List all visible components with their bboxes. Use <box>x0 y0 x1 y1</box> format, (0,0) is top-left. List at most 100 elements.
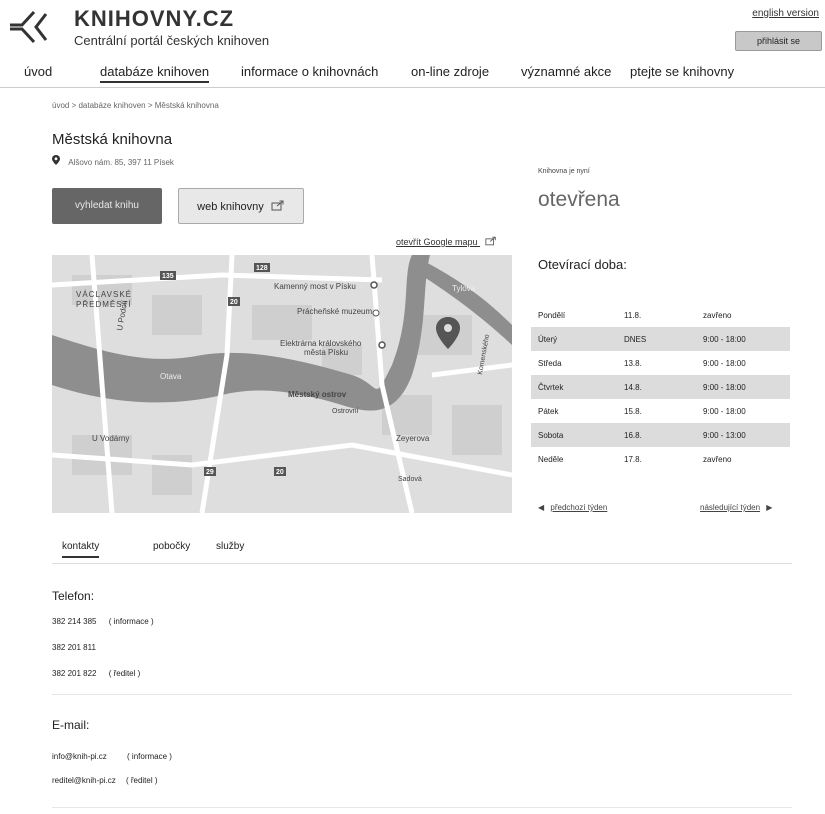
tab-pobocky[interactable]: pobočky <box>153 541 190 552</box>
hours-day: Neděle <box>538 454 564 464</box>
open-status-label: Knihovna je nyní <box>538 168 590 175</box>
email-row: info@knih-pi.cz ( informace ) <box>52 752 172 761</box>
opening-hours-title: Otevírací doba: <box>538 257 627 272</box>
email-note: ( informace ) <box>127 752 172 761</box>
hours-day: Pondělí <box>538 310 566 320</box>
hours-date: 14.8. <box>617 375 696 399</box>
detail-tabs: kontakty pobočky služby <box>52 541 792 563</box>
next-week-label: následující týden <box>700 503 761 512</box>
hours-date: 11.8. <box>624 310 642 320</box>
hours-date: DNES <box>617 327 696 351</box>
open-status-value: otevřena <box>538 188 620 211</box>
road-shield-20-south: 20 <box>276 469 284 476</box>
search-book-button[interactable]: vyhledat knihu <box>52 188 162 224</box>
phone-note: ( ředitel ) <box>108 669 141 678</box>
triangle-left-icon: ◀ <box>538 503 545 512</box>
hours-day: Pátek <box>538 406 559 416</box>
nav-item-online-zdroje[interactable]: on-line zdroje <box>411 64 489 79</box>
hours-row: Neděle 17.8. zavřeno <box>531 447 790 471</box>
nav-item-databaze-knihoven[interactable]: databáze knihoven <box>100 64 210 83</box>
nav-item-vyznamne-akce[interactable]: významné akce <box>521 64 611 79</box>
login-button[interactable]: přihlásit se <box>735 31 822 51</box>
hours-row: Sobota 16.8. 9:00 - 13:00 <box>531 423 790 447</box>
phone-number[interactable]: 382 214 385 <box>52 617 97 626</box>
map-label-otava: Otava <box>160 372 182 381</box>
tab-kontakty[interactable]: kontakty <box>62 541 100 558</box>
nav-item-informace-o-knihovnach[interactable]: informace o knihovnách <box>241 64 378 79</box>
breadcrumb[interactable]: úvod > databáze knihoven > Městská kniho… <box>52 101 219 110</box>
road-shield-29: 29 <box>206 469 214 476</box>
map-label-ostrovni: Ostrovní <box>332 408 359 415</box>
email-address[interactable]: info@knih-pi.cz <box>52 752 107 761</box>
phone-section-title: Telefon: <box>52 589 95 603</box>
knihovny-logo-icon[interactable] <box>8 8 62 44</box>
site-subtitle: Centrální portál českých knihoven <box>74 33 270 48</box>
nav-divider <box>0 87 825 88</box>
google-map-link-label: otevřít Google mapu <box>396 237 478 247</box>
hours-day: Úterý <box>531 327 617 351</box>
next-week-link[interactable]: následující týden ▶ <box>700 503 772 512</box>
nav-item-ptejte-se-knihovny[interactable]: ptejte se knihovny <box>630 64 734 79</box>
opening-hours-table: Pondělí 11.8. zavřeno Úterý DNES 9:00 - 18:0… <box>531 303 790 471</box>
library-web-label: web knihovny <box>197 201 264 213</box>
email-row: reditel@knih-pi.cz ( ředitel ) <box>52 776 158 785</box>
map-label-mestsky-ostrov: Městský ostrov <box>288 390 347 399</box>
library-web-button[interactable]: web knihovny <box>178 188 304 224</box>
hours-date: 16.8. <box>617 423 696 447</box>
phone-note: ( informace ) <box>108 617 154 626</box>
phone-number[interactable]: 382 201 822 <box>52 669 97 678</box>
map-label-u-vodarny: U Vodárny <box>92 434 129 443</box>
section-divider <box>52 807 792 808</box>
hours-day: Středa <box>538 358 562 368</box>
site-title[interactable]: KNIHOVNY.CZ <box>74 6 234 32</box>
hours-time: 9:00 - 18:00 <box>703 358 746 368</box>
map-label-kamenny-most: Kamenný most v Písku <box>274 282 356 291</box>
map-label-elektrarna: Elektrárna královského <box>280 339 362 348</box>
hours-time: 9:00 - 13:00 <box>696 423 790 447</box>
external-link-icon <box>485 236 496 246</box>
page-title: Městská knihovna <box>52 131 173 148</box>
map-label-sadova: Sadová <box>398 476 422 483</box>
phone-number[interactable]: 382 201 811 <box>52 643 96 652</box>
external-link-icon <box>271 200 284 211</box>
location-pin-icon <box>52 155 60 165</box>
section-divider <box>52 694 792 695</box>
hours-date: 15.8. <box>624 406 642 416</box>
library-address: Alšovo nám. 85, 397 11 Písek <box>52 155 174 167</box>
email-address[interactable]: reditel@knih-pi.cz <box>52 776 116 785</box>
email-section-title: E-mail: <box>52 718 90 732</box>
hours-row: Pondělí 11.8. zavřeno <box>531 303 790 327</box>
main-nav: úvod databáze knihoven informace o kniho… <box>0 64 825 86</box>
hours-time: 9:00 - 18:00 <box>696 375 790 399</box>
hours-time: 9:00 - 18:00 <box>703 406 746 416</box>
phone-row: 382 214 385 ( informace ) <box>52 617 154 626</box>
hours-row: Středa 13.8. 9:00 - 18:00 <box>531 351 790 375</box>
open-google-map-link[interactable]: otevřít Google mapu <box>396 236 497 247</box>
english-version-link[interactable]: english version <box>752 8 819 19</box>
map-label-tylova: Tylova <box>452 284 476 293</box>
map-canvas[interactable]: 135 128 20 20 29 VÁCLAVSKÉ PŘEDMĚSTÍ Kam… <box>52 255 512 513</box>
hours-date: 13.8. <box>624 358 642 368</box>
phone-row: 382 201 822 ( ředitel ) <box>52 669 140 678</box>
triangle-right-icon: ▶ <box>766 503 773 512</box>
map-label-vaclavske: VÁCLAVSKÉ <box>76 290 132 299</box>
hours-time: zavřeno <box>703 454 732 464</box>
previous-week-link[interactable]: ◀ předchozí týden <box>538 503 607 512</box>
library-map[interactable]: 135 128 20 20 29 VÁCLAVSKÉ PŘEDMĚSTÍ Kam… <box>52 255 512 513</box>
tabs-divider <box>52 563 792 564</box>
hours-time: 9:00 - 18:00 <box>696 327 790 351</box>
tab-sluzby[interactable]: služby <box>216 541 244 552</box>
road-shield-135: 135 <box>162 273 174 280</box>
hours-day: Čtvrtek <box>531 375 617 399</box>
hours-time: zavřeno <box>703 310 732 320</box>
hours-row: Úterý DNES 9:00 - 18:00 <box>531 327 790 351</box>
hours-day: Sobota <box>531 423 617 447</box>
road-shield-20-north: 20 <box>230 299 238 306</box>
nav-item-uvod[interactable]: úvod <box>24 64 52 79</box>
hours-date: 17.8. <box>624 454 642 464</box>
previous-week-label: předchozí týden <box>550 503 608 512</box>
email-note: ( ředitel ) <box>125 776 158 785</box>
hours-row: Pátek 15.8. 9:00 - 18:00 <box>531 399 790 423</box>
address-text: Alšovo nám. 85, 397 11 Písek <box>68 158 174 167</box>
phone-row: 382 201 811 <box>52 643 96 652</box>
